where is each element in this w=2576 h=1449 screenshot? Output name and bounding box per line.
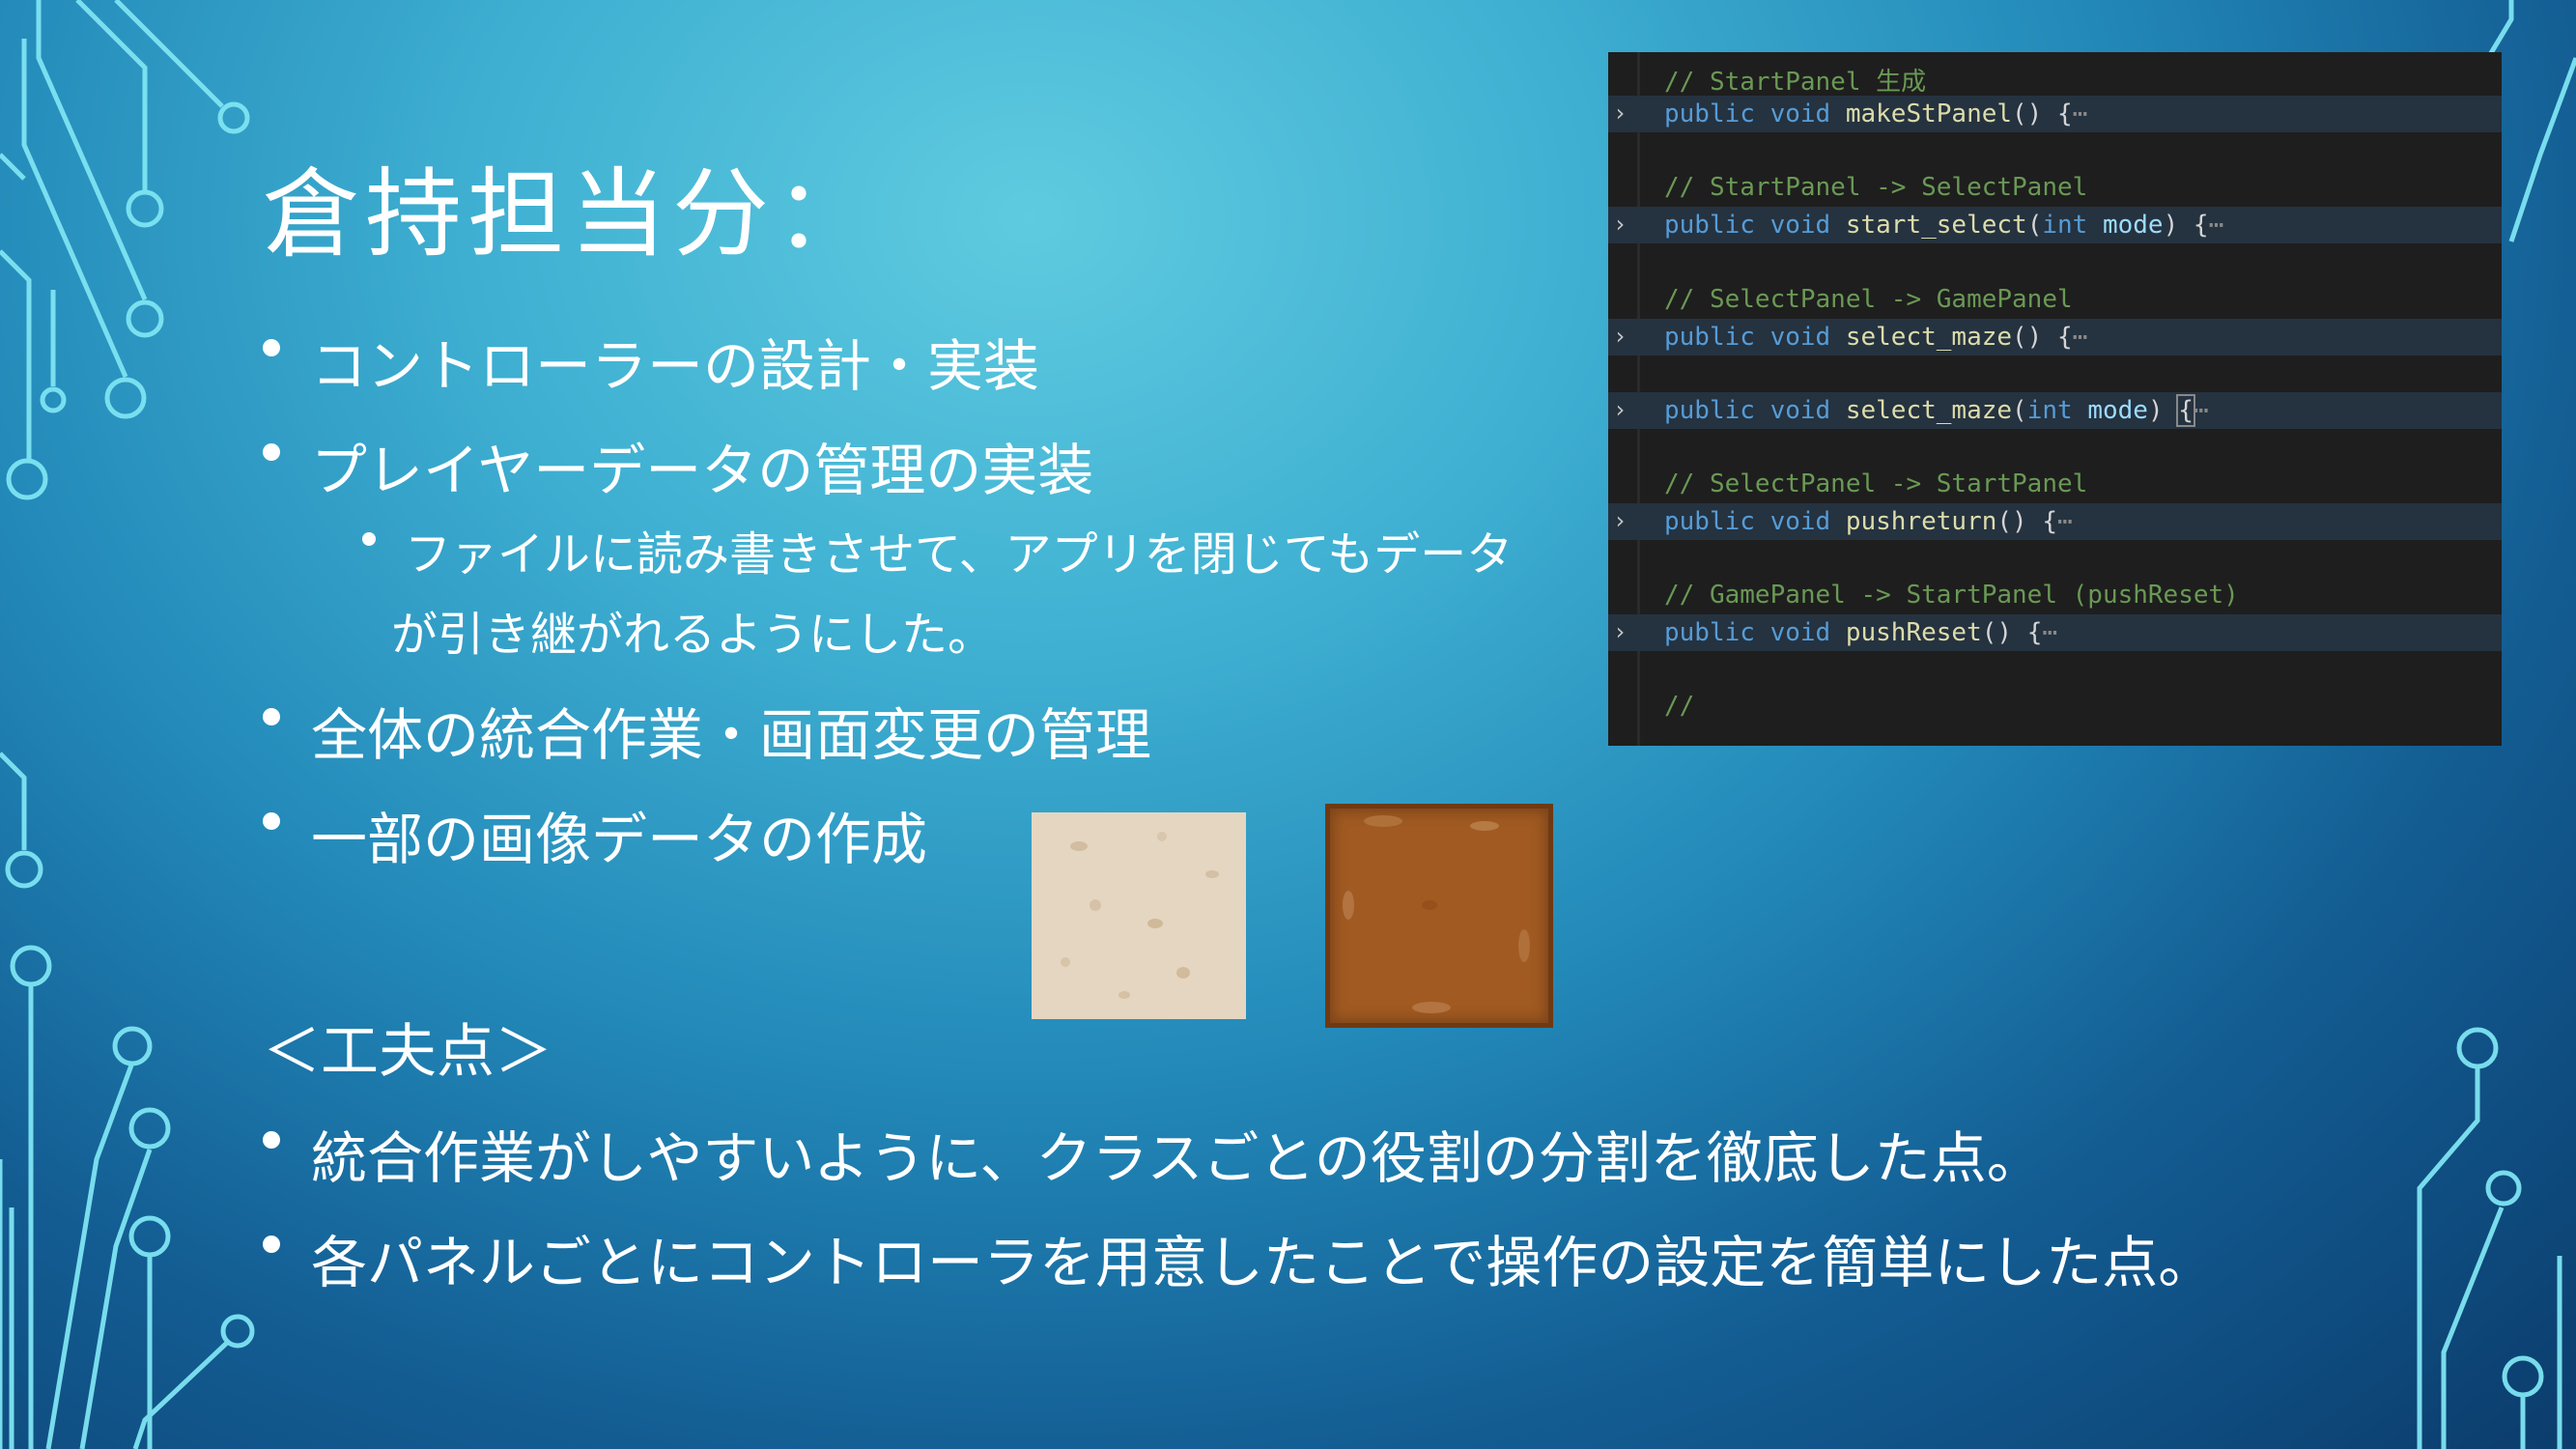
ellipsis-icon: ⋯ <box>2057 507 2073 536</box>
code-punct: () { <box>1996 507 2058 536</box>
code-punct: () { <box>1981 618 2043 647</box>
code-param: mode <box>2102 211 2164 240</box>
sub-bullet-text: ファイルに読み書きさせて、アプリを閉じてもデータ <box>405 527 1514 582</box>
point-text: 統合作業がしやすいように、クラスごとの役割の分割を徹底した点。 <box>311 1125 2043 1191</box>
code-line: // SelectPanel -> StartPanel <box>1608 466 2502 502</box>
code-comment: // GamePanel -> StartPanel (pushReset) <box>1664 581 2239 610</box>
bullet-text: 一部の画像データの作成 <box>311 807 928 872</box>
code-line: › public void makeStPanel() {⋯ <box>1608 96 2502 132</box>
code-line: › public void select_maze(int mode) {⋯ <box>1608 392 2502 429</box>
chevron-right-icon: › <box>1613 211 1628 238</box>
chevron-right-icon: › <box>1613 396 1628 423</box>
code-line: // StartPanel 生成 <box>1608 58 2502 97</box>
code-line: › public void select_maze() {⋯ <box>1608 319 2502 355</box>
bullet-dot <box>263 442 280 461</box>
code-comment: // StartPanel 生成 <box>1664 68 1927 97</box>
code-function-name: select_maze <box>1845 323 2013 352</box>
ellipsis-icon: ⋯ <box>2072 99 2088 128</box>
code-brace-highlight: { <box>2176 394 2195 427</box>
code-comment: // SelectPanel -> GamePanel <box>1664 285 2073 314</box>
ellipsis-icon: ⋯ <box>2193 396 2209 425</box>
code-line: › public void pushreturn() {⋯ <box>1608 503 2502 540</box>
code-punct: ( <box>2012 396 2027 425</box>
code-type: int <box>2026 396 2073 425</box>
slide-title: 倉持担当分： <box>263 157 877 270</box>
chevron-right-icon: › <box>1613 99 1628 127</box>
code-keyword: public void <box>1664 99 1831 128</box>
bullet-dot <box>263 1235 280 1253</box>
code-function-name: pushreturn <box>1845 507 1997 536</box>
code-line: // GamePanel -> StartPanel (pushReset) <box>1608 577 2502 613</box>
code-line: // <box>1608 688 2502 724</box>
chevron-right-icon: › <box>1613 323 1628 350</box>
sand-tile-image <box>1032 812 1246 1019</box>
code-punct: ) { <box>2163 211 2209 240</box>
code-line: // SelectPanel -> GamePanel <box>1608 281 2502 318</box>
slide: 倉持担当分： コントローラーの設計・実装 プレイヤーデータの管理の実装 ファイル… <box>0 0 2576 1449</box>
code-type: int <box>2042 211 2088 240</box>
section-label: ＜工夫点＞ <box>263 1018 552 1086</box>
bullet-dot <box>263 707 280 725</box>
code-keyword: public void <box>1664 507 1831 536</box>
code-comment: // SelectPanel -> StartPanel <box>1664 469 2088 498</box>
code-comment: // <box>1664 692 1695 721</box>
code-punct: ( <box>2026 211 2043 240</box>
dirt-tile-image <box>1325 804 1553 1028</box>
code-punct: () { <box>2012 323 2073 352</box>
bullet-text: コントローラーの設計・実装 <box>311 333 1040 399</box>
bullet-dot <box>263 338 280 356</box>
code-line: › public void start_select(int mode) {⋯ <box>1608 207 2502 243</box>
point-text: 各パネルごとにコントローラを用意したことで操作の設定を簡単にした点。 <box>311 1230 2215 1295</box>
code-function-name: pushReset <box>1845 618 1982 647</box>
chevron-right-icon: › <box>1613 618 1628 645</box>
code-punct: () { <box>2012 99 2073 128</box>
code-keyword: public void <box>1664 618 1831 647</box>
code-comment: // StartPanel -> SelectPanel <box>1664 173 2088 202</box>
code-keyword: public void <box>1664 396 1831 425</box>
ellipsis-icon: ⋯ <box>2042 618 2058 647</box>
code-function-name: start_select <box>1845 211 2027 240</box>
ellipsis-icon: ⋯ <box>2072 323 2088 352</box>
bullet-dot <box>362 531 376 546</box>
chevron-right-icon: › <box>1613 507 1628 534</box>
code-screenshot: // StartPanel 生成 › public void makeStPan… <box>1608 52 2502 746</box>
bullet-dot <box>263 1130 280 1149</box>
bullet-dot <box>263 811 280 830</box>
sub-bullet-continuation: が引き継がれるようにした。 <box>391 608 995 662</box>
code-param: mode <box>2087 396 2148 425</box>
bullet-text: プレイヤーデータの管理の実装 <box>311 438 1094 503</box>
code-keyword: public void <box>1664 211 1831 240</box>
code-line: › public void pushReset() {⋯ <box>1608 614 2502 651</box>
code-function-name: makeStPanel <box>1845 99 2013 128</box>
ellipsis-icon: ⋯ <box>2208 211 2224 240</box>
code-keyword: public void <box>1664 323 1831 352</box>
code-line: // StartPanel -> SelectPanel <box>1608 169 2502 206</box>
code-punct: ) <box>2147 396 2179 425</box>
code-function-name: select_maze <box>1845 396 2013 425</box>
bullet-text: 全体の統合作業・画面変更の管理 <box>311 702 1152 768</box>
